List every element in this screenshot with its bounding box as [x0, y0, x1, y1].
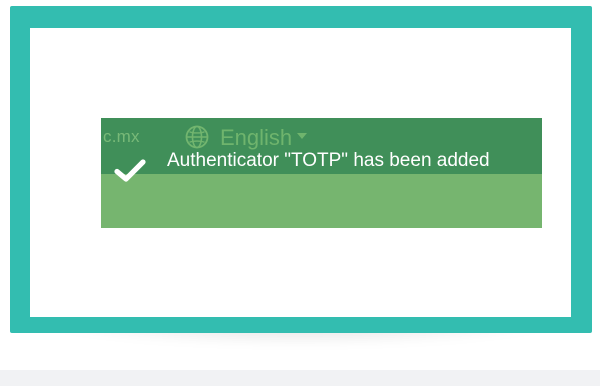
caret-down-icon	[297, 133, 307, 139]
page-bottom-strip	[0, 370, 600, 386]
check-icon	[114, 159, 146, 182]
success-alert: c.mx English Authenticator "TOTP" has be…	[101, 118, 542, 228]
notification-band	[101, 174, 542, 228]
background-domain-text: c.mx	[103, 127, 140, 146]
notification-message: Authenticator "TOTP" has been added	[167, 150, 490, 171]
inner-card: c.mx English Authenticator "TOTP" has be…	[30, 28, 571, 317]
screenshot-frame: c.mx English Authenticator "TOTP" has be…	[10, 6, 592, 333]
